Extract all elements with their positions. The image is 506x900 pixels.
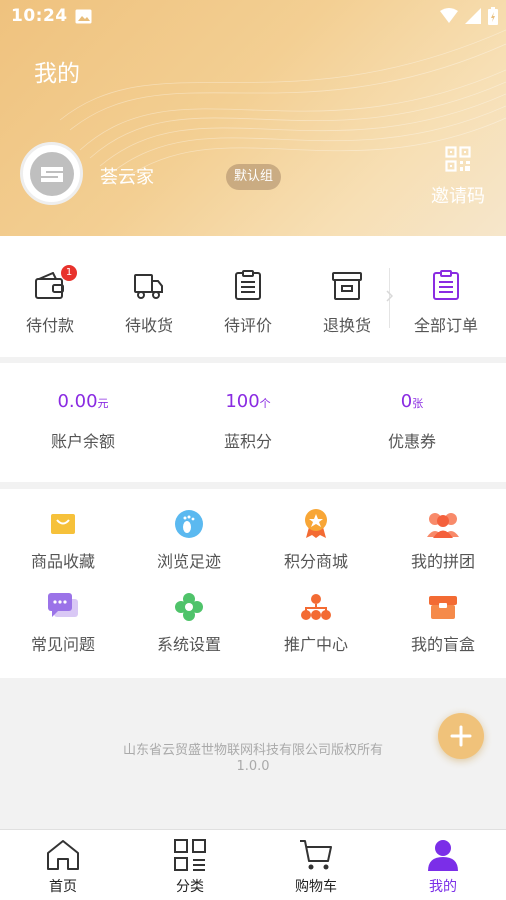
order-pending-receipt[interactable]: 待收货 [99, 266, 199, 336]
asset-balance[interactable]: 0.00元 账户余额 [18, 391, 148, 452]
tab-category[interactable]: 分类 [145, 838, 235, 896]
status-time: 10:24 [11, 6, 68, 26]
tool-label: 积分商城 [283, 552, 348, 571]
tab-label: 我的 [429, 879, 457, 895]
asset-value: 0 [400, 391, 413, 412]
tool-favorites[interactable]: 商品收藏 [0, 509, 126, 572]
cart-icon [300, 840, 332, 870]
medal-icon [305, 509, 327, 538]
asset-unit: 元 [97, 397, 109, 410]
asset-coupons[interactable]: 0张 优惠券 [347, 391, 477, 452]
account-assets-panel: 0.00元 账户余额 100个 蓝积分 0张 优惠券 [0, 363, 506, 482]
signal-icon [465, 8, 481, 24]
wifi-icon [440, 8, 458, 23]
tool-faq[interactable]: 常见问题 [0, 592, 126, 655]
tool-points-mall[interactable]: 积分商城 [253, 509, 379, 572]
brand-logo-icon [29, 151, 74, 196]
chat-bubbles-icon [48, 593, 78, 617]
order-status-panel: 1 待付款 待收货 待评价 退换货 全部订单 [0, 236, 506, 357]
invite-code-label: 邀请码 [431, 186, 485, 207]
category-grid-icon [174, 839, 206, 871]
group-users-icon [427, 513, 459, 538]
tab-label: 购物车 [295, 879, 337, 895]
tool-label: 系统设置 [156, 635, 221, 654]
order-all[interactable]: 全部订单 [396, 266, 496, 336]
order-status-label: 全部订单 [413, 316, 478, 335]
asset-points[interactable]: 100个 蓝积分 [183, 391, 313, 452]
copyright-text: 山东省云贸盛世物联网科技有限公司版权所有 [122, 743, 383, 758]
order-status-label: 待评价 [223, 316, 272, 335]
tool-label: 常见问题 [30, 635, 95, 654]
wallet-icon [35, 272, 64, 299]
asset-value: 0.00 [57, 391, 98, 412]
order-list-icon [433, 270, 459, 300]
tab-label: 首页 [49, 879, 77, 895]
blind-box-icon [429, 596, 457, 619]
battery-charging-icon [488, 7, 498, 25]
status-bar: 10:24 [0, 0, 506, 34]
truck-icon [134, 274, 163, 299]
tool-label: 我的拼团 [410, 552, 475, 571]
invite-code-button[interactable]: 邀请码 [422, 146, 494, 208]
tool-my-group-buy[interactable]: 我的拼团 [380, 509, 506, 572]
tab-home[interactable]: 首页 [18, 838, 108, 896]
home-icon [47, 840, 79, 870]
archive-box-icon [332, 272, 362, 300]
user-name: 荟云家 [100, 167, 154, 188]
hierarchy-icon [301, 594, 331, 620]
group-badge: 默认组 [226, 164, 282, 190]
pending-payment-count-badge: 1 [61, 265, 77, 281]
tools-grid: 商品收藏 浏览足迹 积分商城 我的拼团 常见问题 系统设置 推广中心 我的盲盒 [0, 489, 506, 678]
order-status-label: 待收货 [124, 316, 173, 335]
qr-code-icon [445, 146, 471, 172]
asset-label: 蓝积分 [223, 432, 272, 451]
tool-label: 浏览足迹 [156, 552, 221, 571]
asset-label: 账户余额 [50, 432, 115, 451]
page-title: 我的 [34, 61, 80, 87]
tab-cart[interactable]: 购物车 [271, 838, 361, 896]
asset-unit: 个 [259, 397, 271, 410]
floating-add-button[interactable] [438, 713, 484, 759]
user-icon [428, 840, 458, 871]
tool-label: 我的盲盒 [410, 635, 475, 654]
tool-label: 推广中心 [283, 635, 348, 654]
tool-label: 商品收藏 [30, 552, 95, 571]
profile-header: 10:24 我的 荟云家 默认组 邀请码 [0, 0, 506, 236]
order-status-label: 退换货 [322, 316, 371, 335]
asset-unit: 张 [412, 397, 424, 410]
order-returns[interactable]: 退换货 [297, 266, 397, 336]
tool-promotion-center[interactable]: 推广中心 [253, 592, 379, 655]
footprint-icon [175, 510, 203, 538]
bottom-tab-bar: 首页 分类 购物车 我的 [0, 829, 506, 900]
plus-icon [450, 725, 472, 747]
tab-label: 分类 [176, 879, 204, 895]
flower-settings-icon [175, 593, 203, 621]
order-pending-payment[interactable]: 1 待付款 [0, 265, 100, 336]
version-text: 1.0.0 [236, 759, 270, 774]
favorites-bag-icon [51, 514, 75, 534]
order-pending-review[interactable]: 待评价 [198, 266, 298, 336]
tab-profile[interactable]: 我的 [398, 838, 488, 896]
order-status-label: 待付款 [25, 316, 74, 335]
avatar[interactable] [20, 142, 83, 205]
tool-footprints[interactable]: 浏览足迹 [126, 509, 252, 572]
asset-value: 100 [225, 391, 260, 412]
tool-settings[interactable]: 系统设置 [126, 592, 252, 655]
asset-label: 优惠券 [387, 432, 436, 451]
chevron-right-icon [386, 290, 393, 302]
tool-blind-box[interactable]: 我的盲盒 [380, 592, 506, 655]
gallery-notification-icon [75, 9, 92, 24]
clipboard-icon [235, 270, 261, 300]
